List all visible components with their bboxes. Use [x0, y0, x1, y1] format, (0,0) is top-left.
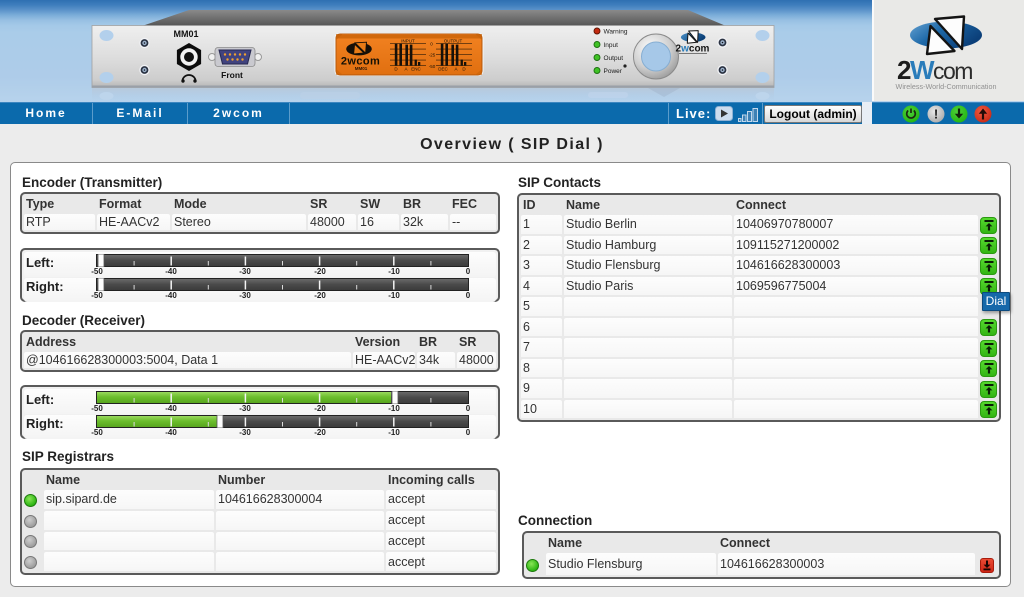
svg-text:Input: Input: [604, 42, 619, 49]
svg-text:2wcom: 2wcom: [676, 44, 710, 55]
svg-text:A: A: [454, 67, 457, 72]
svg-text:OUTPUT: OUTPUT: [444, 39, 463, 44]
svg-text:MM01: MM01: [173, 29, 198, 39]
svg-text:INPUT: INPUT: [401, 39, 415, 44]
svg-text:Output: Output: [604, 55, 624, 62]
svg-text:MM01: MM01: [355, 66, 368, 71]
svg-text:2Wcom: 2Wcom: [897, 55, 972, 85]
svg-text:DEC: DEC: [438, 67, 448, 72]
svg-text:-50: -50: [429, 64, 436, 69]
svg-text:Wireless-World-Communication: Wireless-World-Communication: [896, 82, 997, 91]
svg-text:Warning: Warning: [604, 29, 628, 36]
svg-text:!: !: [934, 107, 938, 122]
svg-text:ENC: ENC: [411, 67, 421, 72]
svg-text:Front: Front: [221, 70, 243, 80]
svg-text:A: A: [404, 67, 407, 72]
svg-text:-25: -25: [429, 53, 436, 58]
svg-text:Power: Power: [604, 68, 623, 75]
